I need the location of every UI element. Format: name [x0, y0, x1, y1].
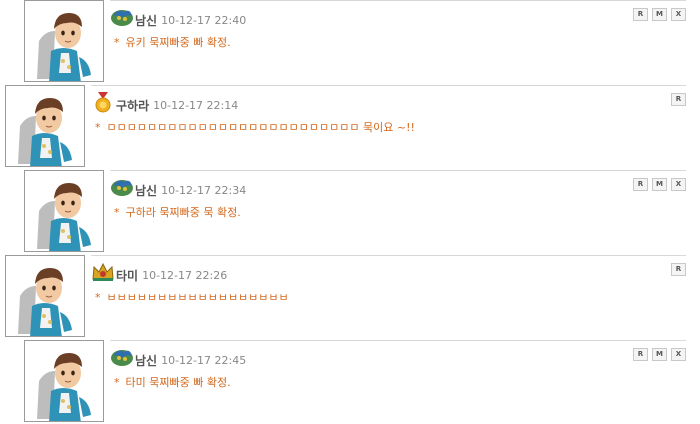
comment-header: 남신 10-12-17 22:34: [110, 176, 246, 198]
user-avatar[interactable]: [5, 255, 85, 337]
author-name[interactable]: 남신: [135, 354, 157, 368]
comment-marker: *: [114, 376, 120, 389]
modify-button[interactable]: M: [652, 178, 667, 191]
dragon-emblem-icon: [110, 346, 134, 368]
delete-button[interactable]: X: [671, 8, 686, 21]
user-avatar[interactable]: [24, 0, 104, 82]
comment-item: 구하라 10-12-17 22:14 * ㅁㅁㅁㅁㅁㅁㅁㅁㅁㅁㅁㅁㅁㅁㅁㅁㅁㅁㅁㅁ…: [5, 85, 686, 168]
comment-text-row: * 유키 묵찌빠중 빠 확정.: [114, 34, 231, 50]
character-avatar-icon: [37, 353, 91, 421]
comment-text: 구하라 묵찌빠중 묵 확정.: [125, 206, 241, 219]
reply-button[interactable]: R: [633, 178, 648, 191]
comment-header: 타미 10-12-17 22:26: [91, 261, 227, 283]
comment-text-row: * 구하라 묵찌빠중 묵 확정.: [114, 204, 241, 220]
reply-button[interactable]: R: [671, 263, 686, 276]
modify-button[interactable]: M: [652, 348, 667, 361]
crown-emblem-icon: [91, 261, 115, 283]
comment-item: 남신 10-12-17 22:34 * 구하라 묵찌빠중 묵 확정. R M X: [24, 170, 686, 253]
comment-actions: R: [671, 93, 686, 106]
reply-button[interactable]: R: [633, 348, 648, 361]
author-name[interactable]: 남신: [135, 184, 157, 198]
author-name[interactable]: 남신: [135, 14, 157, 28]
comment-timestamp: 10-12-17 22:26: [142, 269, 228, 282]
delete-button[interactable]: X: [671, 348, 686, 361]
character-avatar-icon: [18, 98, 72, 166]
comment-body: 남신 10-12-17 22:45 * 타미 묵찌빠중 빠 확정. R M X: [110, 340, 686, 424]
user-avatar[interactable]: [24, 170, 104, 252]
comment-timestamp: 10-12-17 22:14: [153, 99, 239, 112]
comment-item: 남신 10-12-17 22:40 * 유키 묵찌빠중 빠 확정. R M X: [24, 0, 686, 83]
comment-text: ㅁㅁㅁㅁㅁㅁㅁㅁㅁㅁㅁㅁㅁㅁㅁㅁㅁㅁㅁㅁㅁㅁㅁㅁㅁ 묵이요 ~!!: [106, 121, 415, 134]
comment-text: 유키 묵찌빠중 빠 확정.: [125, 36, 231, 49]
comment-header: 남신 10-12-17 22:45: [110, 346, 246, 368]
character-avatar-icon: [37, 13, 91, 81]
comment-text-row: * 타미 묵찌빠중 빠 확정.: [114, 374, 231, 390]
reply-button[interactable]: R: [633, 8, 648, 21]
comment-header: 남신 10-12-17 22:40: [110, 6, 246, 28]
comment-marker: *: [95, 121, 101, 134]
comment-timestamp: 10-12-17 22:34: [161, 184, 247, 197]
delete-button[interactable]: X: [671, 178, 686, 191]
dragon-emblem-icon: [110, 176, 134, 198]
comment-marker: *: [114, 206, 120, 219]
comment-text-row: * ㅁㅁㅁㅁㅁㅁㅁㅁㅁㅁㅁㅁㅁㅁㅁㅁㅁㅁㅁㅁㅁㅁㅁㅁㅁ 묵이요 ~!!: [95, 119, 415, 135]
comment-actions: R M X: [633, 348, 686, 361]
author-name[interactable]: 타미: [116, 269, 138, 283]
comment-actions: R M X: [633, 8, 686, 21]
reply-button[interactable]: R: [671, 93, 686, 106]
character-avatar-icon: [37, 183, 91, 251]
comment-timestamp: 10-12-17 22:40: [161, 14, 247, 27]
comment-body: 남신 10-12-17 22:34 * 구하라 묵찌빠중 묵 확정. R M X: [110, 170, 686, 254]
user-avatar[interactable]: [5, 85, 85, 167]
user-avatar[interactable]: [24, 340, 104, 422]
gold-medal-icon: [91, 91, 115, 113]
comment-item: 남신 10-12-17 22:45 * 타미 묵찌빠중 빠 확정. R M X: [24, 340, 686, 423]
comment-marker: *: [95, 291, 101, 304]
comment-actions: R M X: [633, 178, 686, 191]
comment-actions: R: [671, 263, 686, 276]
comment-timestamp: 10-12-17 22:45: [161, 354, 247, 367]
comment-marker: *: [114, 36, 120, 49]
comment-item: 타미 10-12-17 22:26 * ㅂㅂㅂㅂㅂㅂㅂㅂㅂㅂㅂㅂㅂㅂㅂㅂㅂㅂ R: [5, 255, 686, 338]
comment-text-row: * ㅂㅂㅂㅂㅂㅂㅂㅂㅂㅂㅂㅂㅂㅂㅂㅂㅂㅂ: [95, 289, 289, 305]
comment-body: 타미 10-12-17 22:26 * ㅂㅂㅂㅂㅂㅂㅂㅂㅂㅂㅂㅂㅂㅂㅂㅂㅂㅂ R: [91, 255, 686, 339]
character-avatar-icon: [18, 268, 72, 336]
comment-text: 타미 묵찌빠중 빠 확정.: [125, 376, 231, 389]
comment-body: 남신 10-12-17 22:40 * 유키 묵찌빠중 빠 확정. R M X: [110, 0, 686, 84]
author-name[interactable]: 구하라: [116, 99, 149, 113]
modify-button[interactable]: M: [652, 8, 667, 21]
comment-body: 구하라 10-12-17 22:14 * ㅁㅁㅁㅁㅁㅁㅁㅁㅁㅁㅁㅁㅁㅁㅁㅁㅁㅁㅁㅁ…: [91, 85, 686, 169]
comment-text: ㅂㅂㅂㅂㅂㅂㅂㅂㅂㅂㅂㅂㅂㅂㅂㅂㅂㅂ: [106, 291, 289, 304]
comment-header: 구하라 10-12-17 22:14: [91, 91, 238, 113]
dragon-emblem-icon: [110, 6, 134, 28]
